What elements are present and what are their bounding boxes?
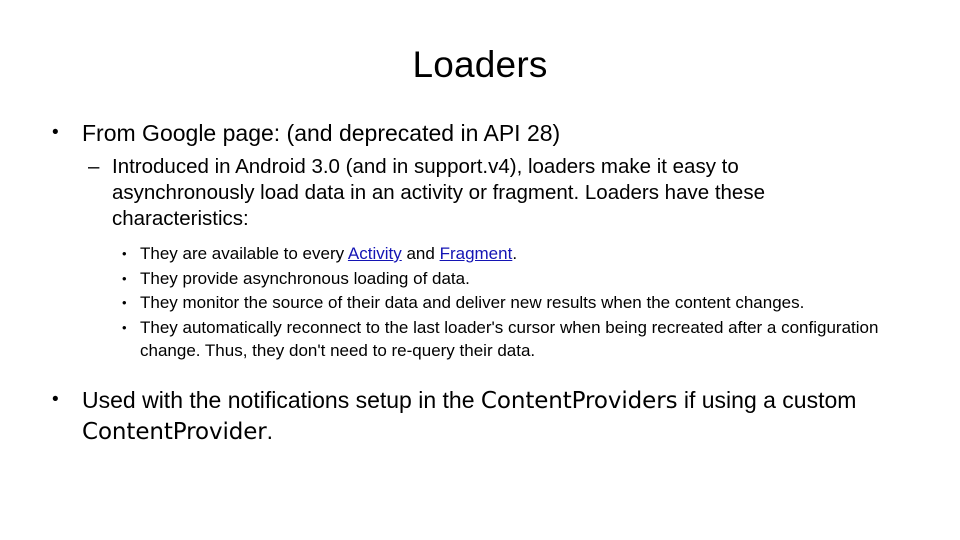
bullet-dot-icon: •	[122, 270, 127, 286]
bullet-level3-group: • They are available to every Activity a…	[0, 242, 960, 363]
bullet-level1-last-text: Used with the notifications setup in the…	[82, 385, 960, 447]
bullet-level1-first-text: From Google page: (and deprecated in API…	[82, 120, 561, 146]
text-before-activity-link: They are available to every	[140, 244, 348, 263]
bullet-level3-item-1: • They are available to every Activity a…	[0, 242, 960, 266]
bullet-level3-item-3: • They monitor the source of their data …	[0, 291, 960, 315]
text-between-code: if using a custom	[677, 386, 857, 413]
bullet-level2-first: – Introduced in Android 3.0 (and in supp…	[0, 154, 960, 232]
bullet-level3-item-2-text: They provide asynchronous loading of dat…	[140, 268, 470, 288]
page-title: Loaders	[412, 44, 548, 85]
activity-link[interactable]: Activity	[348, 244, 402, 263]
bullet-dot-icon: •	[122, 246, 127, 261]
bullet-dot-icon: •	[122, 295, 127, 310]
text-after-fragment-link: .	[512, 244, 518, 263]
bullet-dash-icon: –	[88, 155, 100, 178]
bullet-dot-icon: •	[52, 122, 59, 143]
slide: Loaders • From Google page: (and depreca…	[0, 0, 960, 540]
slide-body: • From Google page: (and deprecated in A…	[0, 118, 960, 449]
bullet-dot-icon: •	[122, 319, 127, 335]
bullet-level2-first-text: Introduced in Android 3.0 (and in suppor…	[112, 155, 765, 230]
bullet-level3-item-1-text: They are available to every Activity and…	[140, 242, 910, 266]
bullet-level3-item-3-text: They monitor the source of their data an…	[140, 293, 805, 312]
code-contentprovider: ContentProvider	[82, 418, 267, 445]
code-contentproviders: ContentProviders	[480, 387, 678, 414]
text-after-code: .	[266, 417, 274, 444]
bullet-level1-first: • From Google page: (and deprecated in A…	[0, 118, 960, 148]
text-before-contentproviders: Used with the notifications setup in the	[82, 386, 481, 413]
bullet-level3-item-2: • They provide asynchronous loading of d…	[0, 267, 960, 291]
text-between-links: and	[401, 244, 440, 263]
bullet-level1-last: • Used with the notifications setup in t…	[0, 385, 960, 447]
bullet-level3-item-4: • They automatically reconnect to the la…	[0, 316, 960, 363]
fragment-link[interactable]: Fragment	[440, 244, 513, 263]
bullet-dot-icon: •	[52, 388, 59, 410]
bullet-level3-item-4-text: They automatically reconnect to the last…	[140, 317, 879, 361]
